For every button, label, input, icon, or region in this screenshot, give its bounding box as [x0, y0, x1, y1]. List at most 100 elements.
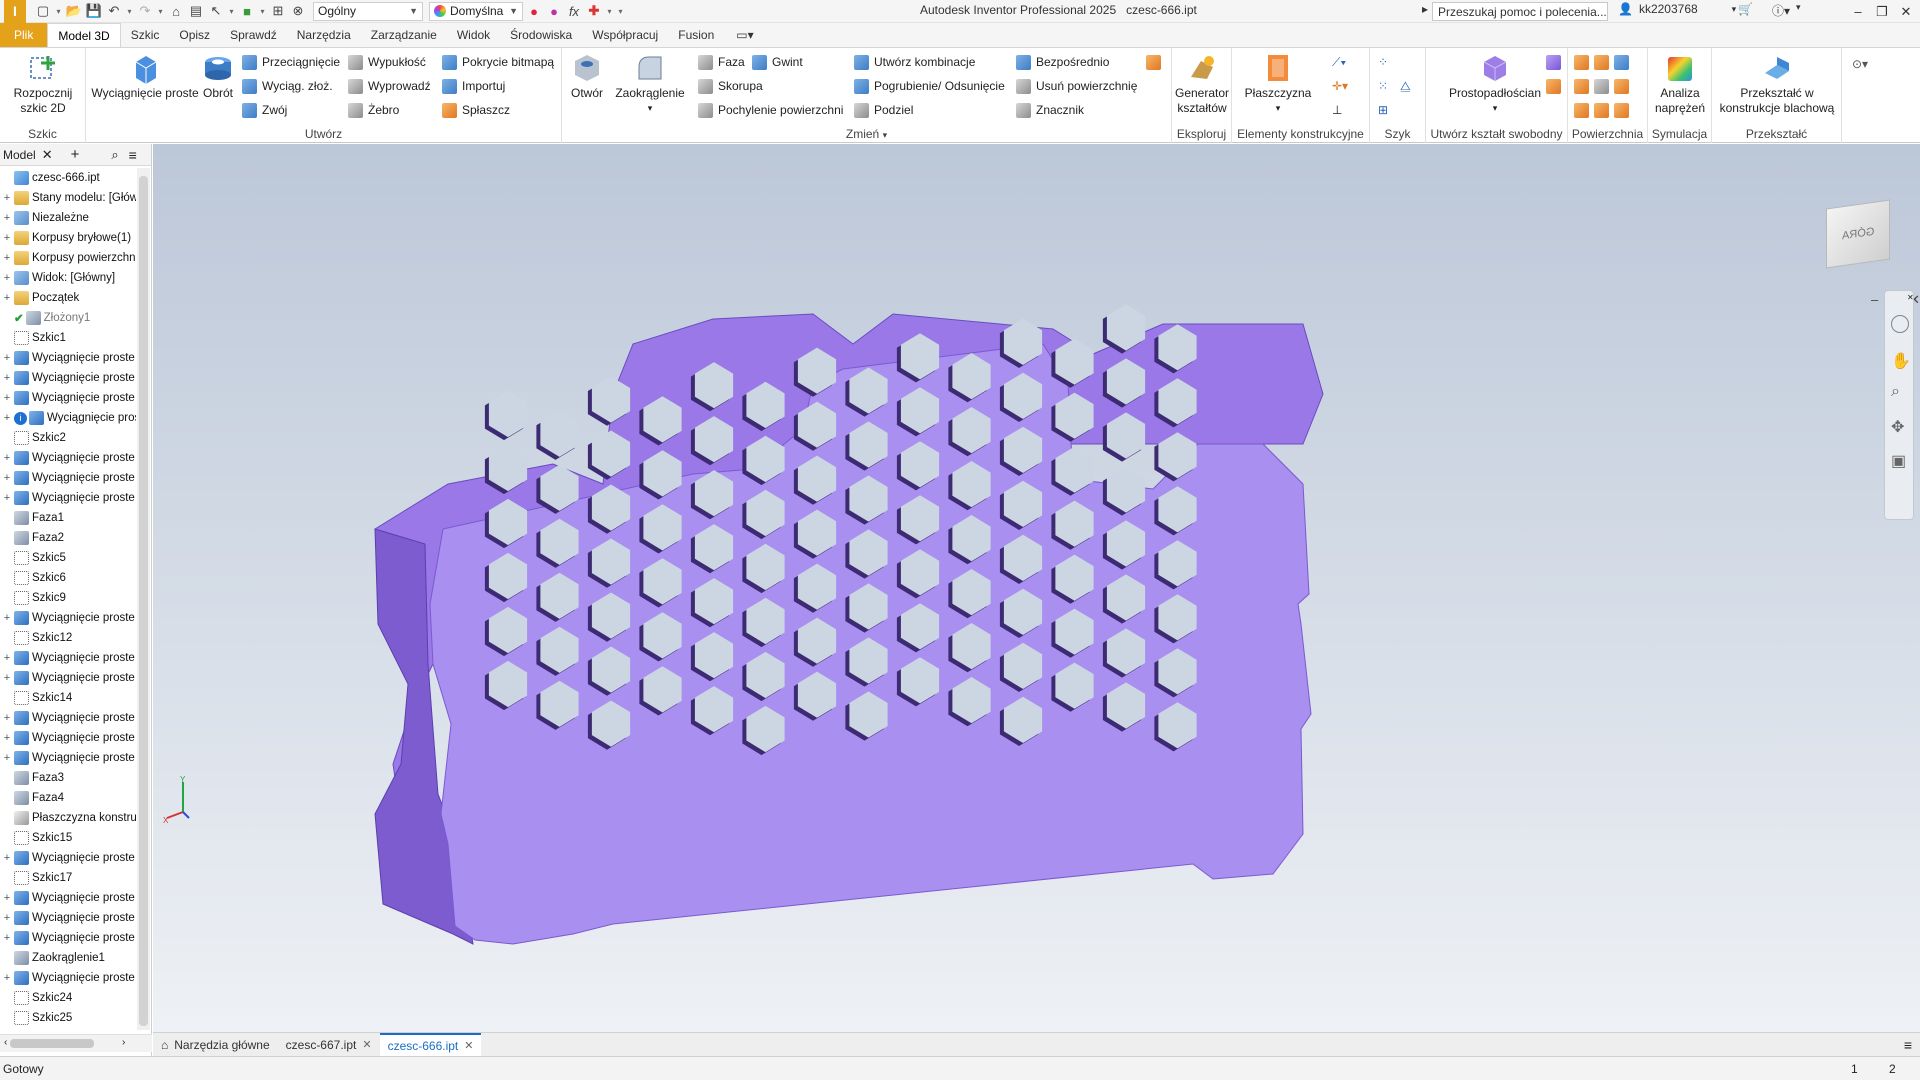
tree-node[interactable]: + Wyciągnięcie proste	[0, 368, 136, 388]
tree-node[interactable]: Szkic1	[0, 328, 136, 348]
hscroll-thumb[interactable]	[10, 1039, 94, 1048]
expand-icon[interactable]: +	[0, 852, 14, 864]
tab-annotate[interactable]: Opisz	[169, 23, 220, 47]
revolve-button[interactable]: Obrót	[198, 52, 238, 101]
tree-node[interactable]: Szkic2	[0, 428, 136, 448]
circ-pattern-button[interactable]: ⁙	[1378, 76, 1388, 96]
tabs-menu-icon[interactable]: ≡	[1904, 1037, 1912, 1053]
tab-environments[interactable]: Środowiska	[500, 23, 582, 47]
import-button[interactable]: Importuj	[442, 76, 505, 96]
tree-node[interactable]: + Wyciągnięcie proste	[0, 728, 136, 748]
expand-icon[interactable]: +	[0, 412, 14, 424]
sculpt-icon[interactable]	[1594, 54, 1609, 70]
draft-button[interactable]: Pochylenie powierzchni	[698, 100, 843, 120]
chevron-down-icon[interactable]: ▾	[605, 7, 614, 16]
derive-button[interactable]: Wyprowadź	[348, 76, 431, 96]
stress-analysis-button[interactable]: Analiza naprężeń	[1652, 52, 1708, 116]
viewport-minimize-icon[interactable]: –	[1871, 292, 1878, 307]
chevron-down-icon[interactable]: ▾	[1796, 2, 1801, 13]
tree-node[interactable]: Szkic24	[0, 988, 136, 1008]
coil-button[interactable]: Zwój	[242, 100, 287, 120]
redo-icon[interactable]: ↷	[136, 2, 154, 20]
tree-node[interactable]: + Wyciągnięcie proste	[0, 348, 136, 368]
shell-button[interactable]: Skorupa	[698, 76, 763, 96]
freeform-convert-button[interactable]	[1546, 76, 1561, 96]
tree-node[interactable]: Faza1	[0, 508, 136, 528]
tree-node[interactable]: Szkic12	[0, 628, 136, 648]
tree-node[interactable]: + Korpusy powierzchni	[0, 248, 136, 268]
tree-node[interactable]: + Niezależne	[0, 208, 136, 228]
tree-node[interactable]: Faza2	[0, 528, 136, 548]
tree-node[interactable]: + Wyciągnięcie proste	[0, 648, 136, 668]
tab-collaborate[interactable]: Współpracuj	[582, 23, 668, 47]
home-icon[interactable]: ⌂	[167, 2, 185, 20]
tree-node[interactable]: + Wyciągnięcie proste	[0, 848, 136, 868]
appearance-select[interactable]: Ogólny ▼	[313, 1, 423, 21]
browser-hscroll[interactable]: ‹ ›	[0, 1034, 152, 1052]
trim-icon[interactable]	[1614, 54, 1629, 70]
tree-node[interactable]: Szkic17	[0, 868, 136, 888]
tree-node[interactable]: Szkic6	[0, 568, 136, 588]
expand-icon[interactable]: +	[0, 452, 14, 464]
doc-tab-czesc-666[interactable]: czesc-666.ipt ✕	[379, 1033, 482, 1056]
tree-node[interactable]: + Wyciągnięcie proste	[0, 888, 136, 908]
scroll-right-icon[interactable]: ›	[122, 1037, 125, 1048]
expand-icon[interactable]: +	[0, 472, 14, 484]
tree-node[interactable]: + Wyciągnięcie proste	[0, 488, 136, 508]
tree-node[interactable]: Szkic5	[0, 548, 136, 568]
search-expand-icon[interactable]: ▸	[1422, 2, 1428, 16]
tab-model-3d[interactable]: Model 3D	[47, 23, 121, 47]
tree-node[interactable]: Szkic25	[0, 1008, 136, 1028]
chamfer-button[interactable]: Faza	[698, 52, 745, 72]
tree-node[interactable]: Płaszczyzna konstrukcyjna	[0, 808, 136, 828]
function-icon[interactable]: fx	[565, 2, 583, 20]
fillet-button[interactable]: Zaokrąglenie ▾	[612, 52, 688, 116]
clear-appearance-icon[interactable]: ●	[545, 2, 563, 20]
help-icon[interactable]: ⓘ▾	[1772, 2, 1790, 19]
expand-icon[interactable]: +	[0, 392, 14, 404]
tab-manage[interactable]: Zarządzanie	[361, 23, 447, 47]
stitch-button[interactable]	[1574, 52, 1629, 72]
mirror-button[interactable]: ⧋	[1400, 76, 1411, 96]
expand-icon[interactable]: +	[0, 192, 14, 204]
ribbon-display-options[interactable]: ▭▾	[724, 23, 759, 47]
plane-button[interactable]: Płaszczyzna ▾	[1245, 52, 1311, 116]
patch-button[interactable]	[1574, 76, 1629, 96]
tree-node[interactable]: + Wyciągnięcie proste	[0, 708, 136, 728]
expand-icon[interactable]: +	[0, 912, 14, 924]
shape-generator-button[interactable]: Generator kształtów	[1174, 52, 1230, 116]
chevron-down-icon[interactable]: ▾	[227, 7, 236, 16]
chevron-down-icon[interactable]: ▾	[54, 7, 63, 16]
zoom-icon[interactable]: ⌕	[1891, 383, 1900, 401]
decal-button[interactable]: Pokrycie bitmapą	[442, 52, 554, 72]
save-icon[interactable]: 💾	[85, 2, 103, 20]
tree-node[interactable]: + Wyciągnięcie proste	[0, 908, 136, 928]
convert-sheetmetal-button[interactable]: Przekształć w konstrukcje blachową	[1716, 52, 1838, 116]
replace-face-icon[interactable]	[1614, 78, 1629, 94]
close-icon[interactable]: ✕	[464, 1039, 473, 1052]
search-icon[interactable]: ⌕	[111, 147, 118, 163]
expand-icon[interactable]: +	[0, 752, 14, 764]
repair-icon[interactable]	[1594, 102, 1609, 118]
pan-icon[interactable]: ✋	[1891, 351, 1911, 371]
tree-node[interactable]: + Widok: [Główny]	[0, 268, 136, 288]
close-icon[interactable]: ✕	[42, 147, 53, 163]
expand-icon[interactable]: +	[0, 272, 14, 284]
browser-tab-model[interactable]: Model	[3, 148, 36, 162]
tab-inspect[interactable]: Sprawdź	[220, 23, 287, 47]
tree-node[interactable]: + Wyciągnięcie proste	[0, 448, 136, 468]
user-menu[interactable]: 👤 kk2203768 ▾	[1618, 2, 1736, 16]
expand-icon[interactable]: +	[0, 652, 14, 664]
expand-icon[interactable]: +	[0, 212, 14, 224]
add-icon[interactable]: ✚	[585, 2, 603, 20]
sweep-button[interactable]: Przeciągnięcie	[242, 52, 340, 72]
delete-face-button[interactable]: Usuń powierzchnię	[1016, 76, 1137, 96]
steering-wheel-icon[interactable]	[1891, 315, 1909, 333]
thread-button[interactable]: Gwint	[752, 52, 803, 72]
expand-icon[interactable]: +	[0, 252, 14, 264]
tree-node[interactable]: Szkic9	[0, 588, 136, 608]
tree-node[interactable]: + Wyciągnięcie proste	[0, 388, 136, 408]
tree-node[interactable]: + Wyciągnięcie proste	[0, 928, 136, 948]
part-model[interactable]	[153, 144, 1920, 1032]
combine-button[interactable]: Utwórz kombinacje	[854, 52, 975, 72]
